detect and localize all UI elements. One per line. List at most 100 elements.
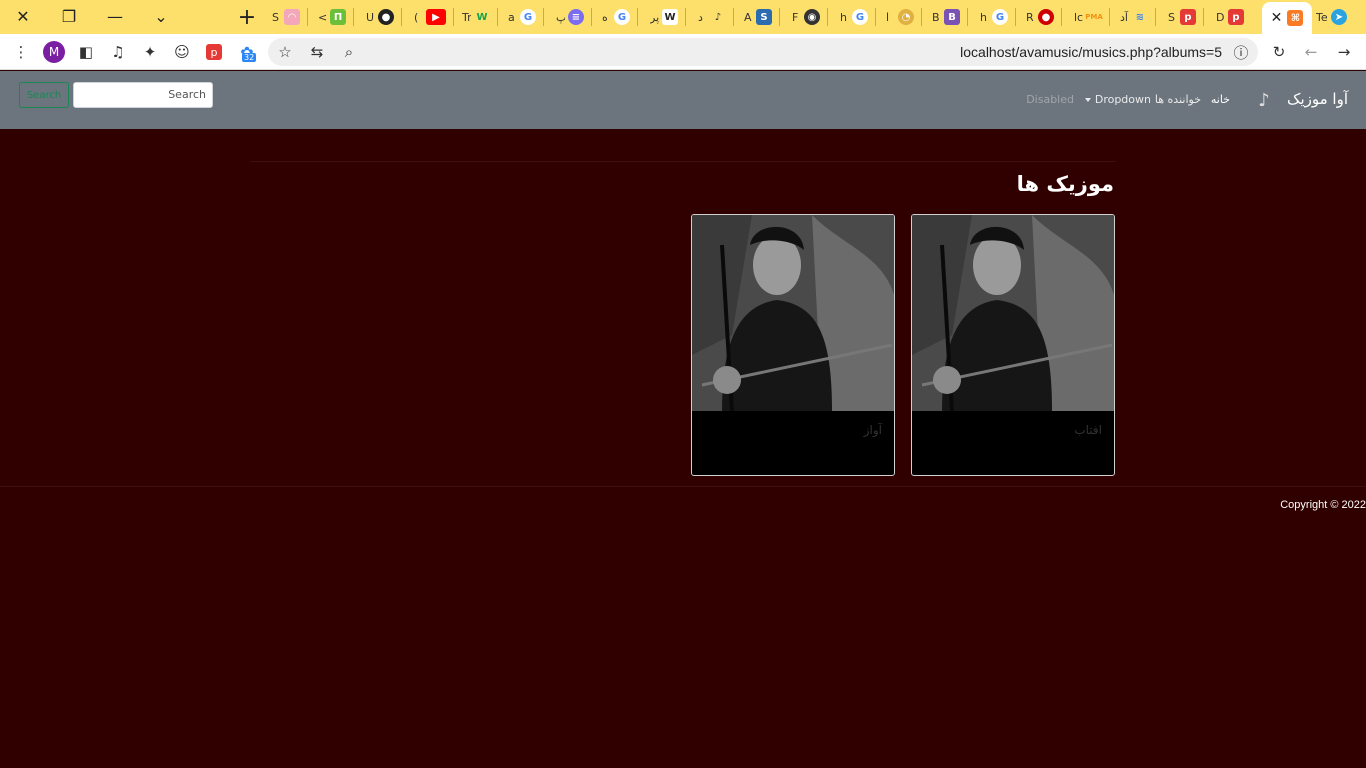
star-icon[interactable]: ☆	[274, 41, 296, 63]
share-icon[interactable]: ⇆	[306, 41, 328, 63]
close-window-button[interactable]: ✕	[0, 0, 46, 32]
bootstrap-icon: B	[944, 9, 960, 25]
tab-search-button[interactable]: ⌄	[138, 0, 184, 32]
minimize-icon: —	[107, 6, 123, 26]
browser-tab[interactable]: hG	[980, 5, 1016, 29]
nav-dropdown-label: Dropdown	[1094, 93, 1151, 106]
youtube-icon: ▶	[426, 9, 446, 25]
plus-icon: +	[237, 4, 257, 30]
browser-tab[interactable]: پر W	[650, 5, 686, 29]
url-text[interactable]: localhost/avamusic/musics.php?albums=5	[960, 44, 1222, 60]
wikipedia-icon: W	[662, 9, 678, 25]
w-icon: W	[476, 11, 488, 23]
caret-down-icon	[1084, 98, 1091, 102]
page-title: موزیک ها	[1016, 172, 1114, 196]
browser-tab[interactable]: U ●	[366, 5, 402, 29]
nav-singers-link[interactable]: خواننده ها	[1155, 93, 1201, 106]
p-icon: p	[1180, 9, 1196, 25]
music-cover-image	[912, 215, 1114, 411]
reload-icon[interactable]: ↻	[1268, 41, 1290, 63]
browser-tab[interactable]: Tr W	[462, 5, 498, 29]
brand-link[interactable]: آوا موزیک	[1287, 90, 1348, 108]
browser-tab[interactable]: (▶	[414, 5, 454, 29]
search-button[interactable]: Search	[19, 82, 69, 108]
tab-title: D	[1216, 10, 1225, 24]
nav-dropdown[interactable]: Dropdown	[1084, 93, 1151, 106]
browser-tab[interactable]: هG	[602, 5, 638, 29]
rainbow-icon: ◠	[284, 9, 300, 25]
site-info-icon[interactable]: ⓘ	[1230, 41, 1252, 63]
media-control-icon[interactable]: ♫	[107, 41, 129, 63]
profile-avatar[interactable]: M	[43, 41, 65, 63]
browser-tab[interactable]: Sp	[1168, 5, 1204, 29]
app-icon: S	[756, 9, 772, 25]
tab-title: Tr	[462, 10, 471, 24]
restore-icon: ❐	[61, 6, 77, 26]
back-icon[interactable]: ←	[1300, 41, 1322, 63]
extensions-icon[interactable]: ✦	[139, 41, 161, 63]
tab-title: lc	[1074, 10, 1083, 24]
github-icon: ●	[378, 9, 394, 25]
nav-home-link[interactable]: خانه	[1211, 93, 1230, 106]
minimize-window-button[interactable]: —	[92, 0, 138, 32]
google-icon: G	[992, 9, 1008, 25]
tab-title: a	[508, 10, 515, 24]
divider	[250, 161, 1116, 162]
p-icon: p	[1228, 9, 1244, 25]
new-tab-button[interactable]: +	[232, 2, 262, 32]
zoom-icon[interactable]: ⌕	[338, 41, 360, 63]
site-navbar: آوا موزیک ♪ خانه خواننده ها Dropdown Dis…	[0, 71, 1366, 129]
browser-tab[interactable]: BB	[932, 5, 968, 29]
app-icon: ◉	[804, 9, 820, 25]
music-card[interactable]: افتاب	[911, 214, 1115, 476]
side-panel-icon[interactable]: ◧	[75, 41, 97, 63]
menu-icon[interactable]: ⋮	[10, 41, 32, 63]
search-input[interactable]: Search	[73, 82, 213, 108]
badge-extension-icon[interactable]: ✿ 32	[236, 41, 258, 63]
browser-tab[interactable]: آد ≋	[1120, 5, 1156, 29]
tab-title: F	[792, 10, 799, 24]
address-bar[interactable]: ☆ ⇆ ⌕ localhost/avamusic/musics.php?albu…	[268, 38, 1258, 66]
tab-title: R	[1026, 10, 1034, 24]
browser-toolbar: ⋮ M ◧ ♫ ✦ ☺ p ✿ 32 ☆ ⇆ ⌕ localhost/avamu…	[0, 34, 1366, 70]
browser-tab[interactable]: Dp	[1216, 5, 1244, 29]
app-icon: ●	[1038, 9, 1054, 25]
avatar: M	[43, 41, 65, 63]
browser-tab[interactable]: Te ➤	[1316, 5, 1347, 29]
browser-tab[interactable]: پ ≡	[556, 5, 592, 29]
app-icon: ≋	[1135, 11, 1145, 23]
browser-tab[interactable]: aG	[508, 5, 544, 29]
browser-tab[interactable]: F ◉	[792, 5, 828, 29]
browser-tab[interactable]: ا ◔	[886, 5, 922, 29]
nav-disabled-link: Disabled	[1026, 93, 1074, 106]
restore-window-button[interactable]: ❐	[46, 0, 92, 32]
tab-title: <	[318, 10, 327, 24]
google-icon: G	[520, 9, 536, 25]
extension-badge: 32	[242, 53, 257, 62]
tab-title: ه	[602, 10, 608, 24]
phpmyadmin-icon: PMA	[1085, 13, 1103, 21]
browser-tab[interactable]: AS	[744, 5, 780, 29]
forward-icon[interactable]: →	[1333, 41, 1355, 63]
xampp-icon: ⌘	[1287, 10, 1304, 26]
app-icon: ◔	[898, 9, 914, 25]
close-tab-icon[interactable]: ✕	[1271, 10, 1283, 26]
browser-tab[interactable]: hG	[840, 5, 876, 29]
music-card[interactable]: آواز	[691, 214, 895, 476]
browser-tab[interactable]: د ♪	[698, 5, 734, 29]
tab-title: (	[414, 10, 419, 24]
tab-title: Te	[1316, 10, 1328, 24]
active-browser-tab[interactable]: ✕ ⌘	[1262, 2, 1312, 34]
browser-tab[interactable]: R ●	[1026, 5, 1062, 29]
music-title: آواز	[863, 423, 882, 437]
tab-strip: ✕ ❐ — ⌄ + S ◠ < П U ● (▶ Tr W aG پ ≡ هG پر W د…	[0, 0, 1366, 34]
browser-tab[interactable]: S ◠	[272, 5, 308, 29]
tab-title: A	[744, 10, 752, 24]
tab-title: U	[366, 10, 375, 24]
tab-title: h	[980, 10, 987, 24]
p-extension-icon[interactable]: p	[203, 41, 225, 63]
browser-tab[interactable]: < П	[318, 5, 354, 29]
google-icon: G	[614, 9, 630, 25]
browser-tab[interactable]: lc PMA	[1074, 5, 1110, 29]
ghost-extension-icon[interactable]: ☺	[171, 41, 193, 63]
